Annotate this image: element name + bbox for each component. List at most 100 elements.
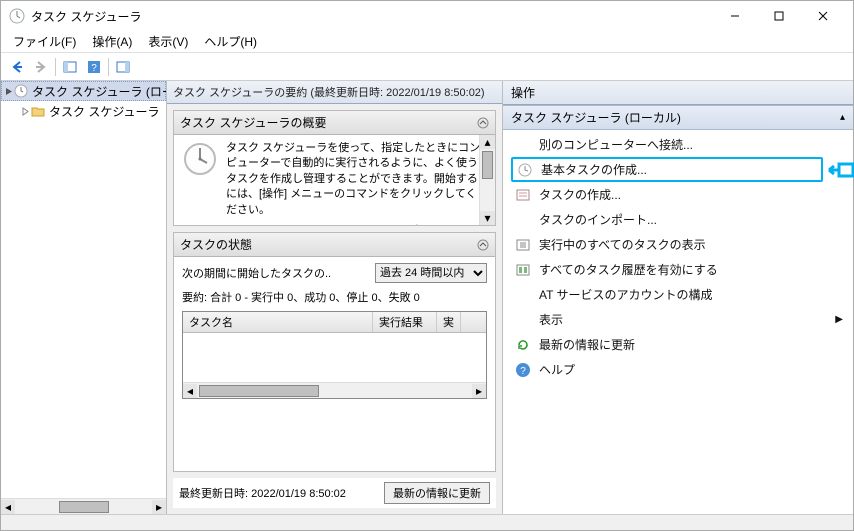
tree-child[interactable]: タスク スケジューラ — [1, 101, 166, 121]
action-enable-history[interactable]: すべてのタスク履歴を有効にする — [503, 257, 853, 282]
refresh-icon — [515, 337, 531, 353]
toolbar: ? — [1, 53, 853, 81]
action-help-label: ヘルプ — [539, 361, 575, 378]
action-create-task-label: タスクの作成... — [539, 186, 621, 203]
center-footer: 最終更新日時: 2022/01/19 8:50:02 最新の情報に更新 — [173, 478, 496, 508]
status-body: 次の期間に開始したタスクの... 過去 24 時間以内 要約: 合計 0 - 実… — [174, 257, 495, 437]
col-task-result[interactable]: 実行結果 — [373, 312, 437, 332]
task-table-header: タスク名 実行結果 実 — [183, 312, 486, 333]
toolbar-separator — [55, 58, 56, 76]
scroll-left-icon[interactable]: ◂ — [1, 500, 15, 514]
status-period-select[interactable]: 過去 24 時間以内 — [375, 263, 487, 283]
chevron-up-icon[interactable] — [477, 117, 489, 129]
folder-icon — [31, 104, 45, 118]
action-view-label: 表示 — [539, 311, 563, 328]
menu-view[interactable]: 表示(V) — [140, 30, 196, 53]
create-task-icon — [517, 162, 533, 178]
center-body: タスク スケジューラの概要 タスク スケジューラを使って、指定したときにコンピュ… — [167, 104, 502, 514]
menubar: ファイル(F) 操作(A) 表示(V) ヘルプ(H) — [1, 31, 853, 53]
actions-pane: 操作 タスク スケジューラ (ローカル) ▴ 別のコンピューターへ接続... 基… — [503, 81, 853, 514]
status-period-row: 次の期間に開始したタスクの... 過去 24 時間以内 — [182, 263, 487, 283]
action-import-label: タスクのインポート... — [539, 211, 657, 228]
action-refresh[interactable]: 最新の情報に更新 — [503, 332, 853, 357]
scroll-up-icon[interactable]: ▴ — [480, 135, 495, 149]
at-service-icon — [515, 287, 531, 303]
task-table: タスク名 実行結果 実 ◂ ▸ — [182, 311, 487, 399]
import-icon — [515, 212, 531, 228]
scroll-right-icon[interactable]: ▸ — [152, 500, 166, 514]
titlebar: タスク スケジューラ — [1, 1, 853, 31]
status-summary: 要約: 合計 0 - 実行中 0、成功 0、停止 0、失敗 0 — [182, 289, 487, 305]
chevron-up-icon[interactable] — [477, 239, 489, 251]
footer-timestamp: 最終更新日時: 2022/01/19 8:50:02 — [179, 485, 346, 501]
status-title: タスクの状態 — [180, 236, 252, 253]
action-refresh-label: 最新の情報に更新 — [539, 336, 635, 353]
action-create-basic-task[interactable]: 基本タスクの作成... — [511, 157, 823, 182]
scroll-thumb[interactable] — [59, 501, 109, 513]
overview-group: タスク スケジューラの概要 タスク スケジューラを使って、指定したときにコンピュ… — [173, 110, 496, 226]
tree-root-label: タスク スケジューラ (ロー — [32, 83, 167, 100]
action-create-basic-label: 基本タスクの作成... — [541, 161, 647, 178]
collapse-icon[interactable]: ▴ — [840, 112, 845, 123]
menu-file[interactable]: ファイル(F) — [5, 30, 84, 53]
status-period-label: 次の期間に開始したタスクの... — [182, 265, 332, 281]
expander-icon[interactable] — [5, 87, 14, 96]
overview-desc-2: タスクは、タスク スケジューラ ライブラリ フォル — [226, 224, 487, 225]
back-button[interactable] — [5, 56, 29, 78]
minimize-button[interactable] — [713, 2, 757, 30]
toolbar-panel-button[interactable] — [111, 56, 135, 78]
chevron-right-icon: ▶ — [835, 314, 843, 325]
menu-help[interactable]: ヘルプ(H) — [196, 30, 265, 53]
action-create-task[interactable]: タスクの作成... — [503, 182, 853, 207]
scroll-right-icon[interactable]: ▸ — [472, 384, 486, 398]
action-running-label: 実行中のすべてのタスクの表示 — [539, 236, 706, 253]
action-show-running[interactable]: 実行中のすべてのタスクの表示 — [503, 232, 853, 257]
tree-child-label: タスク スケジューラ — [49, 103, 160, 120]
toolbar-help-button[interactable]: ? — [82, 56, 106, 78]
main-content: タスク スケジューラ (ロー タスク スケジューラ ◂ ▸ タスク スケジューラ… — [1, 81, 853, 514]
scroll-down-icon[interactable]: ▾ — [480, 211, 495, 225]
create-task-icon — [515, 187, 531, 203]
action-view[interactable]: 表示 ▶ — [503, 307, 853, 332]
overview-description: タスク スケジューラを使って、指定したときにコンピューターで自動的に実行されるよ… — [226, 141, 487, 219]
center-header: タスク スケジューラの要約 (最終更新日時: 2022/01/19 8:50:0… — [167, 81, 502, 104]
task-table-hscrollbar[interactable]: ◂ ▸ — [183, 382, 486, 398]
tree-hscrollbar[interactable]: ◂ ▸ — [1, 498, 166, 514]
action-import-task[interactable]: タスクのインポート... — [503, 207, 853, 232]
action-at-service[interactable]: AT サービスのアカウントの構成 — [503, 282, 853, 307]
actions-list: 別のコンピューターへ接続... 基本タスクの作成... タスクの作成. — [503, 130, 853, 384]
tree-root[interactable]: タスク スケジューラ (ロー — [1, 81, 166, 101]
action-help[interactable]: ? ヘルプ — [503, 357, 853, 382]
menu-action[interactable]: 操作(A) — [84, 30, 140, 53]
svg-text:?: ? — [520, 366, 526, 377]
overview-desc-1: タスク スケジューラを使って、指定したときにコンピューターで自動的に実行されるよ… — [226, 141, 487, 218]
status-header[interactable]: タスクの状態 — [174, 233, 495, 257]
maximize-button[interactable] — [757, 2, 801, 30]
scroll-left-icon[interactable]: ◂ — [183, 384, 197, 398]
scroll-thumb[interactable] — [199, 385, 319, 397]
col-task-extra[interactable]: 実 — [437, 312, 461, 332]
scroll-thumb[interactable] — [482, 151, 493, 179]
close-button[interactable] — [801, 2, 845, 30]
action-at-service-label: AT サービスのアカウントの構成 — [539, 286, 713, 303]
expander-icon[interactable] — [19, 107, 31, 116]
overview-vscrollbar[interactable]: ▴ ▾ — [479, 135, 495, 225]
tree-pane: タスク スケジューラ (ロー タスク スケジューラ ◂ ▸ — [1, 81, 167, 514]
actions-pane-title: 操作 — [503, 81, 853, 105]
actions-section-header[interactable]: タスク スケジューラ (ローカル) ▴ — [503, 105, 853, 130]
refresh-button[interactable]: 最新の情報に更新 — [384, 482, 490, 504]
connect-icon — [515, 137, 531, 153]
running-tasks-icon — [515, 237, 531, 253]
history-icon — [515, 262, 531, 278]
overview-header[interactable]: タスク スケジューラの概要 — [174, 111, 495, 135]
toolbar-view-button[interactable] — [58, 56, 82, 78]
overview-title: タスク スケジューラの概要 — [180, 114, 327, 131]
col-task-name[interactable]: タスク名 — [183, 312, 373, 332]
help-icon: ? — [515, 362, 531, 378]
clock-large-icon — [182, 141, 218, 219]
svg-text:?: ? — [91, 63, 97, 74]
status-group: タスクの状態 次の期間に開始したタスクの... 過去 24 時間以内 要約: 合… — [173, 232, 496, 472]
action-connect-label: 別のコンピューターへ接続... — [539, 136, 693, 153]
forward-button[interactable] — [29, 56, 53, 78]
action-connect[interactable]: 別のコンピューターへ接続... — [503, 132, 853, 157]
